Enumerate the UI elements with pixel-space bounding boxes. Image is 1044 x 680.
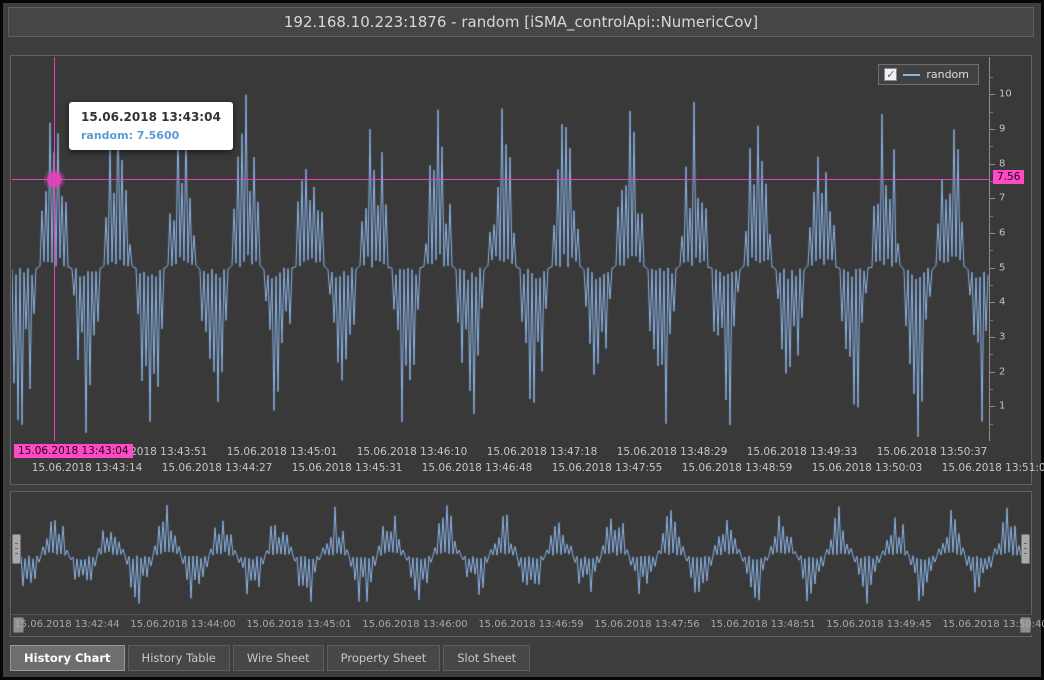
y-axis-minor-tick xyxy=(990,146,993,147)
y-axis-tick xyxy=(990,94,995,95)
y-axis-tick xyxy=(990,372,995,373)
x-axis-label: 15.06.2018 13:50:03 xyxy=(812,462,923,474)
navigator-left-handle[interactable] xyxy=(12,534,21,564)
y-axis: 1 2 3 4 5 6 7 8 9 10 xyxy=(989,57,1031,441)
y-axis-minor-tick xyxy=(990,320,993,321)
crosshair-vertical-line xyxy=(54,57,55,441)
tooltip-value: random: 7.5600 xyxy=(81,129,221,142)
x-axis-label: 15.06.2018 13:46:48 xyxy=(422,462,533,474)
x-axis-label: 15.06.2018 13:45:31 xyxy=(292,462,403,474)
navigator-label: 15.06.2018 13:46:59 xyxy=(478,619,583,630)
x-axis-label: 15.06.2018 13:50:37 xyxy=(877,446,988,458)
main-chart-panel: 1 2 3 4 5 6 7 8 9 10 ✓ random 15.06.2018 13:43:04… xyxy=(10,55,1032,485)
y-axis-tick xyxy=(990,198,995,199)
legend-checkbox[interactable]: ✓ xyxy=(884,68,897,81)
y-axis-tick xyxy=(990,337,995,338)
tab-bar: History ChartHistory TableWire SheetProp… xyxy=(10,645,530,671)
navigator-label: 15.06.2018 13:48:51 xyxy=(710,619,815,630)
navigator-axis-labels: 15.06.2018 13:42:44 15.06.2018 13:44:00 15… xyxy=(12,614,1032,635)
crosshair-y-value-badge: 7.56 xyxy=(993,170,1024,184)
x-axis-label: 15.06.2018 13:46:10 xyxy=(357,446,468,458)
y-axis-tick-label: 6 xyxy=(999,227,1005,238)
navigator-label: 15.06.2018 13:45:01 xyxy=(246,619,351,630)
x-axis-label: 15.06.2018 13:45:01 xyxy=(227,446,338,458)
x-axis-label: 15.06.2018 13:43:14 xyxy=(32,462,143,474)
y-axis-minor-tick xyxy=(990,424,993,425)
legend-label: random xyxy=(926,68,969,81)
x-axis-label: 15.06.2018 13:47:18 xyxy=(487,446,598,458)
y-axis-minor-tick xyxy=(990,216,993,217)
y-axis-tick xyxy=(990,406,995,407)
y-axis-tick-label: 1 xyxy=(999,401,1005,412)
y-axis-tick xyxy=(990,129,995,130)
y-axis-minor-tick xyxy=(990,389,993,390)
app-window: 192.168.10.223:1876 - random [iSMA_contr… xyxy=(3,3,1041,677)
y-axis-tick-label: 8 xyxy=(999,158,1005,169)
tab-wire-sheet[interactable]: Wire Sheet xyxy=(233,645,324,671)
y-axis-tick-label: 7 xyxy=(999,193,1005,204)
navigator-label: 15.06.2018 13:42:44 xyxy=(14,619,119,630)
tooltip-timestamp: 15.06.2018 13:43:04 xyxy=(81,110,221,124)
window-title: 192.168.10.223:1876 - random [iSMA_contr… xyxy=(284,13,758,31)
x-axis-label: 15.06.2018 13:44:27 xyxy=(162,462,273,474)
title-bar: 192.168.10.223:1876 - random [iSMA_contr… xyxy=(8,7,1034,37)
navigator-label: 15.06.2018 13:50:40 xyxy=(942,619,1044,630)
navigator-canvas[interactable] xyxy=(21,496,1021,610)
y-axis-tick-label: 3 xyxy=(999,331,1005,342)
y-axis-minor-tick xyxy=(990,250,993,251)
y-axis-tick-label: 5 xyxy=(999,262,1005,273)
tab-history-table[interactable]: History Table xyxy=(128,645,230,671)
legend-line-sample xyxy=(903,74,920,76)
tab-property-sheet[interactable]: Property Sheet xyxy=(327,645,441,671)
tooltip: 15.06.2018 13:43:04 random: 7.5600 xyxy=(69,102,233,150)
navigator-right-handle[interactable] xyxy=(1021,534,1030,564)
x-axis-labels: 15.06.2018 13:43:04 15.06.2018 13:43:511… xyxy=(12,443,1032,483)
y-axis-tick-label: 9 xyxy=(999,123,1005,134)
y-axis-minor-tick xyxy=(990,112,993,113)
y-axis-minor-tick xyxy=(990,354,993,355)
tab-history-chart[interactable]: History Chart xyxy=(10,645,125,671)
y-axis-tick xyxy=(990,164,995,165)
navigator-panel: 15.06.2018 13:42:44 15.06.2018 13:44:00 15… xyxy=(10,491,1032,637)
tab-slot-sheet[interactable]: Slot Sheet xyxy=(443,645,530,671)
y-axis-tick xyxy=(990,302,995,303)
navigator-label: 15.06.2018 13:49:45 xyxy=(826,619,931,630)
y-axis-minor-tick xyxy=(990,285,993,286)
x-axis-label: 15.06.2018 13:49:33 xyxy=(747,446,858,458)
crosshair-horizontal-line xyxy=(12,179,989,180)
legend[interactable]: ✓ random xyxy=(878,64,979,85)
y-axis-tick-label: 2 xyxy=(999,366,1005,377)
crosshair-point xyxy=(47,172,62,187)
navigator-label: 15.06.2018 13:46:00 xyxy=(362,619,467,630)
x-axis-label: 15.06.2018 13:47:55 xyxy=(552,462,663,474)
navigator-label: 15.06.2018 13:47:56 xyxy=(594,619,699,630)
y-axis-tick-label: 10 xyxy=(999,89,1012,100)
x-axis-label: 15.06.2018 13:51:07 xyxy=(942,462,1044,474)
navigator-label: 15.06.2018 13:44:00 xyxy=(130,619,235,630)
y-axis-tick-label: 4 xyxy=(999,297,1005,308)
x-axis-label: 15.06.2018 13:48:29 xyxy=(617,446,728,458)
crosshair-x-value-badge: 15.06.2018 13:43:04 xyxy=(14,444,133,458)
y-axis-tick xyxy=(990,268,995,269)
x-axis-label: 15.06.2018 13:48:59 xyxy=(682,462,793,474)
y-axis-tick xyxy=(990,233,995,234)
y-axis-minor-tick xyxy=(990,77,993,78)
